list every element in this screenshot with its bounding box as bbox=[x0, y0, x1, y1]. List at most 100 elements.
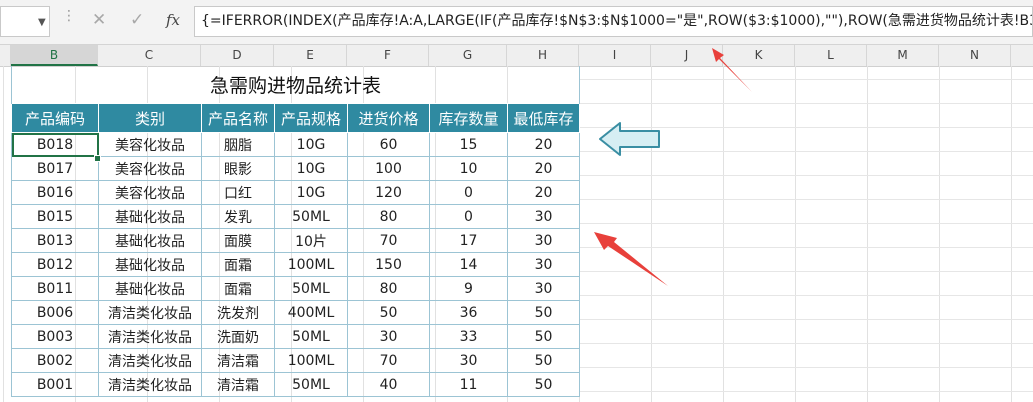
table-cell[interactable]: 10G bbox=[274, 180, 348, 205]
table-cell[interactable]: 眼影 bbox=[201, 156, 275, 181]
column-header-e[interactable]: E bbox=[274, 45, 347, 66]
table-cell[interactable]: B003 bbox=[11, 324, 99, 349]
table-cell[interactable]: 口红 bbox=[201, 180, 275, 205]
table-cell[interactable]: 面膜 bbox=[201, 228, 275, 253]
table-cell[interactable]: 清洁类化妆品 bbox=[98, 348, 202, 373]
table-cell[interactable]: 面霜 bbox=[201, 252, 275, 277]
table-cell[interactable]: 50 bbox=[506, 372, 581, 397]
table-cell[interactable]: 30 bbox=[506, 228, 581, 253]
table-cell[interactable]: 50 bbox=[506, 348, 581, 373]
table-cell[interactable]: 30 bbox=[506, 276, 581, 301]
table-cell[interactable]: 0 bbox=[429, 180, 508, 205]
table-cell[interactable]: B018 bbox=[11, 132, 99, 157]
table-cell[interactable]: 洗发剂 bbox=[201, 300, 275, 325]
table-cell[interactable]: 11 bbox=[429, 372, 508, 397]
table-cell[interactable]: 120 bbox=[347, 180, 430, 205]
column-heading[interactable]: 产品编码 bbox=[11, 103, 99, 133]
table-cell[interactable]: B012 bbox=[11, 252, 99, 277]
table-cell[interactable]: 50 bbox=[506, 300, 581, 325]
column-heading[interactable]: 最低库存 bbox=[506, 103, 581, 133]
table-cell[interactable]: 基础化妆品 bbox=[98, 228, 202, 253]
column-header-i[interactable]: I bbox=[579, 45, 651, 66]
cancel-x-icon[interactable]: ✕ bbox=[92, 10, 106, 30]
table-cell[interactable]: 10G bbox=[274, 132, 348, 157]
column-heading[interactable]: 产品名称 bbox=[201, 103, 275, 133]
table-cell[interactable]: 80 bbox=[347, 276, 430, 301]
table-cell[interactable]: 40 bbox=[347, 372, 430, 397]
table-cell[interactable]: 70 bbox=[347, 348, 430, 373]
table-cell[interactable]: 30 bbox=[506, 252, 581, 277]
column-heading[interactable]: 类别 bbox=[98, 103, 202, 133]
table-cell[interactable]: 150 bbox=[347, 252, 430, 277]
table-cell[interactable]: 30 bbox=[347, 324, 430, 349]
table-cell[interactable]: 10 bbox=[429, 156, 508, 181]
table-cell[interactable]: B013 bbox=[11, 228, 99, 253]
table-cell[interactable]: B006 bbox=[11, 300, 99, 325]
column-header-m[interactable]: M bbox=[867, 45, 939, 66]
table-cell[interactable]: 100ML bbox=[274, 252, 348, 277]
chevron-down-icon[interactable]: ▼ bbox=[38, 17, 46, 28]
table-cell[interactable]: 60 bbox=[347, 132, 430, 157]
check-icon[interactable]: ✓ bbox=[130, 10, 144, 30]
name-box[interactable]: ▼ bbox=[0, 6, 50, 37]
column-heading[interactable]: 进货价格 bbox=[347, 103, 430, 133]
table-cell[interactable]: 清洁类化妆品 bbox=[98, 324, 202, 349]
table-cell[interactable]: 基础化妆品 bbox=[98, 252, 202, 277]
table-cell[interactable]: B017 bbox=[11, 156, 99, 181]
column-header-g[interactable]: G bbox=[429, 45, 507, 66]
table-cell[interactable]: B011 bbox=[11, 276, 99, 301]
table-cell[interactable]: 50ML bbox=[274, 372, 348, 397]
column-header-f[interactable]: F bbox=[347, 45, 429, 66]
table-cell[interactable]: 0 bbox=[429, 204, 508, 229]
column-header-c[interactable]: C bbox=[98, 45, 201, 66]
table-cell[interactable]: 100ML bbox=[274, 348, 348, 373]
table-cell[interactable]: 50 bbox=[506, 324, 581, 349]
select-all-corner[interactable] bbox=[0, 45, 11, 66]
table-cell[interactable]: 30 bbox=[429, 348, 508, 373]
table-cell[interactable]: 50ML bbox=[274, 276, 348, 301]
table-cell[interactable]: 50ML bbox=[274, 204, 348, 229]
table-cell[interactable]: 70 bbox=[347, 228, 430, 253]
drag-handle-icon[interactable]: ⋮ bbox=[62, 8, 76, 24]
column-header-h[interactable]: H bbox=[507, 45, 579, 66]
table-cell[interactable]: 50ML bbox=[274, 324, 348, 349]
column-heading[interactable]: 产品规格 bbox=[274, 103, 348, 133]
table-cell[interactable]: 清洁类化妆品 bbox=[98, 300, 202, 325]
table-cell[interactable]: 面霜 bbox=[201, 276, 275, 301]
table-cell[interactable]: 20 bbox=[506, 180, 581, 205]
fill-handle[interactable] bbox=[94, 155, 101, 162]
table-cell[interactable]: 10G bbox=[274, 156, 348, 181]
table-cell[interactable]: B015 bbox=[11, 204, 99, 229]
formula-input[interactable]: {=IFERROR(INDEX(产品库存!A:A,LARGE(IF(产品库存!$… bbox=[194, 6, 1033, 37]
table-cell[interactable]: B016 bbox=[11, 180, 99, 205]
table-cell[interactable]: 20 bbox=[506, 156, 581, 181]
column-header-b[interactable]: B bbox=[11, 45, 98, 66]
table-cell[interactable]: 10片 bbox=[274, 228, 348, 253]
insert-function-button[interactable]: fx bbox=[166, 11, 180, 29]
table-cell[interactable]: 清洁霜 bbox=[201, 348, 275, 373]
table-cell[interactable]: 美容化妆品 bbox=[98, 156, 202, 181]
table-cell[interactable]: 胭脂 bbox=[201, 132, 275, 157]
table-cell[interactable]: 清洁霜 bbox=[201, 372, 275, 397]
table-cell[interactable]: B002 bbox=[11, 348, 99, 373]
column-header-l[interactable]: L bbox=[795, 45, 867, 66]
table-cell[interactable]: 14 bbox=[429, 252, 508, 277]
column-heading[interactable]: 库存数量 bbox=[429, 103, 508, 133]
table-cell[interactable]: 36 bbox=[429, 300, 508, 325]
table-cell[interactable]: 50 bbox=[347, 300, 430, 325]
table-cell[interactable]: 400ML bbox=[274, 300, 348, 325]
table-cell[interactable]: 美容化妆品 bbox=[98, 132, 202, 157]
table-cell[interactable]: 30 bbox=[506, 204, 581, 229]
table-cell[interactable]: 33 bbox=[429, 324, 508, 349]
table-cell[interactable]: 20 bbox=[506, 132, 581, 157]
table-cell[interactable]: 发乳 bbox=[201, 204, 275, 229]
table-cell[interactable]: 美容化妆品 bbox=[98, 180, 202, 205]
table-cell[interactable]: B001 bbox=[11, 372, 99, 397]
sheet-title[interactable]: 急需购进物品统计表 bbox=[10, 66, 581, 104]
column-header-n[interactable]: N bbox=[939, 45, 1011, 66]
table-cell[interactable]: 洗面奶 bbox=[201, 324, 275, 349]
table-cell[interactable]: 15 bbox=[429, 132, 508, 157]
column-header-d[interactable]: D bbox=[201, 45, 274, 66]
table-cell[interactable]: 基础化妆品 bbox=[98, 204, 202, 229]
table-cell[interactable]: 17 bbox=[429, 228, 508, 253]
